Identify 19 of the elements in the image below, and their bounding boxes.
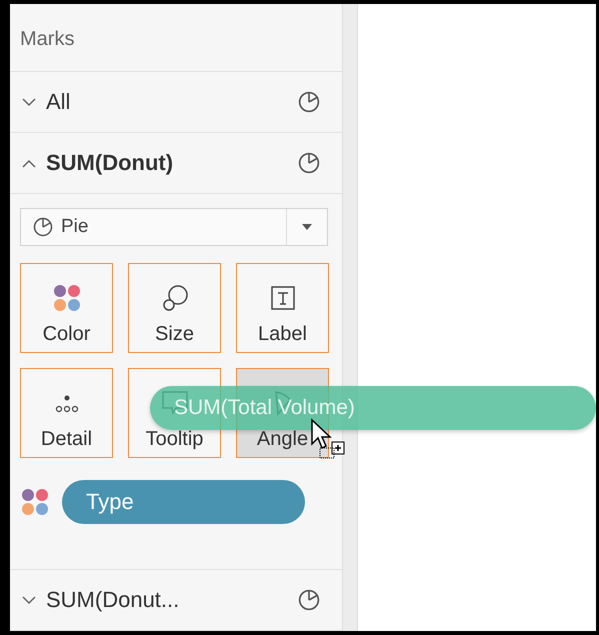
dropdown-arrow-icon	[302, 224, 312, 230]
pie-icon	[298, 589, 320, 611]
chevron-down-icon	[22, 596, 36, 604]
pie-icon	[298, 152, 320, 174]
pie-icon	[298, 91, 320, 113]
marks-card-title: All	[46, 89, 72, 115]
mark-type-dropdown[interactable]: Pie	[20, 208, 328, 246]
marks-card-title: SUM(Donut)	[46, 150, 174, 176]
shelf-button[interactable]: Label	[236, 263, 329, 353]
mark-type-text: Pie	[61, 216, 90, 238]
chevron-up-icon	[22, 158, 36, 168]
color-dots-icon	[20, 487, 50, 517]
shelf-button[interactable]: Size	[128, 263, 221, 353]
marks-card-title: SUM(Donut...	[46, 587, 180, 613]
chevron-down-icon	[22, 98, 36, 106]
shelf-button[interactable]: Detail	[20, 368, 113, 458]
pie-icon	[33, 217, 53, 237]
shelf-button[interactable]: Color	[20, 263, 113, 353]
color-dots-icon	[52, 283, 82, 313]
